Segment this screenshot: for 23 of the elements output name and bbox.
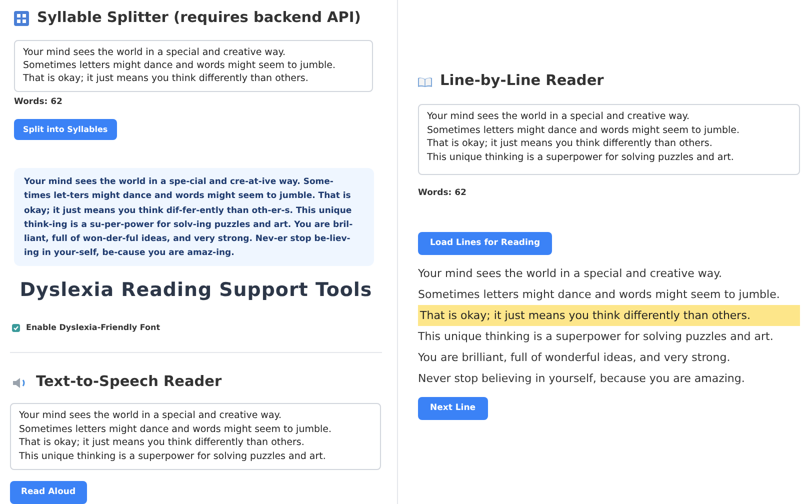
reading-line: You are brilliant, full of wonderful ideas, and very strong. [418,350,732,366]
reading-line: Never stop believing in yourself, because you are amazing. [418,370,746,387]
grid-icon [14,11,29,26]
section-title: Syllable Splitter (requires backend API) [37,9,361,28]
split-button[interactable]: Split into Syllables [14,119,117,140]
page-title: Dyslexia Reading Support Tools [18,278,374,303]
reading-line: Sometimes letters might dance and words might seem to jumble. [418,286,781,303]
text-input[interactable]: Your mind sees the world in a special and creative way. Sometimes letters might dance and words might seem to jumble. That is okay; it just means you think differently than others. This unique thinking is a superpower for solving puzzles and art. [10,403,381,470]
syllable-output: Your mind sees the world in a spe-cial and cre-at-ive way. Some- times let-ters might dance and words might seem to jumble. That is okay; it just means you think dif-fer-ently than oth-er-s. This unique think-ing is a su-per-power for solv-ing puzzles and art. You are bril- liant, full of won-der-ful ideas, and very strong. Nev-er stop be-liev- ing in your-self, be-cause you are amaz-ing. [14,168,374,266]
load-lines-button[interactable]: Load Lines for Reading [418,232,552,255]
section-title: Line-by-Line Reader [440,72,604,92]
checkbox-label: Enable Dyslexia-Friendly Font [26,322,160,334]
word-count: Words: 62 [14,96,64,109]
book-icon [418,77,432,87]
text-input[interactable]: Your mind sees the world in a special and creative way. Sometimes letters might dance and words might seem to jumble. That is okay; it just means you think differently than others. This unique thinking is a superpower for solving puzzles and art. [418,104,800,175]
section-title: Text-to-Speech Reader [36,373,222,392]
reading-line: Your mind sees the world in a special and creative way. [418,266,724,282]
next-line-button[interactable]: Next Line [418,396,488,420]
word-count: Words: 62 [418,187,468,200]
checkbox[interactable] [12,324,20,332]
text-input[interactable]: Your mind sees the world in a special and creative way. Sometimes letters might dance and words might seem to jumble. That is okay; it just means you think differently than others. [14,40,373,92]
reading-line: This unique thinking is a superpower for solving puzzles and art. [418,328,774,345]
read-aloud-button[interactable]: Read Aloud [10,481,87,504]
